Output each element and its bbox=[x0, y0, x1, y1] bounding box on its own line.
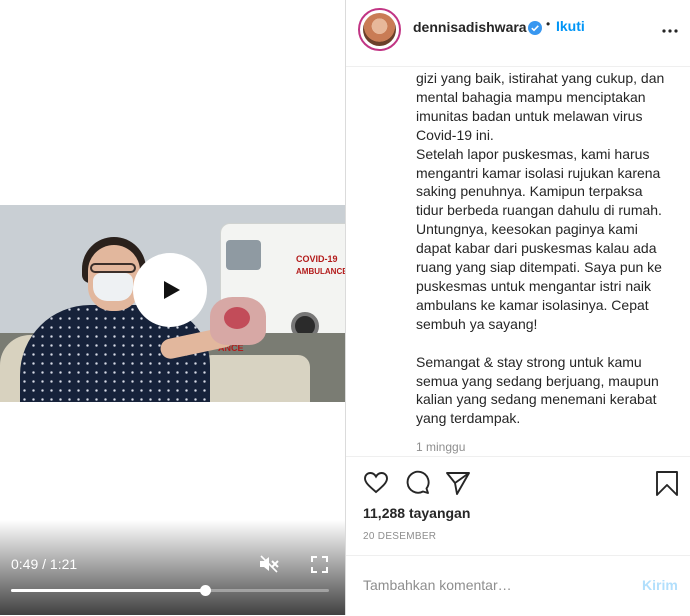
mute-icon[interactable] bbox=[259, 555, 279, 573]
verified-icon bbox=[528, 21, 542, 35]
view-count[interactable]: 11,288 tayangan bbox=[363, 505, 470, 521]
heart-icon[interactable] bbox=[363, 470, 389, 496]
video-progress-fill bbox=[11, 589, 205, 592]
separator-dot: • bbox=[546, 17, 551, 31]
comment-bar: Kirim bbox=[346, 555, 690, 616]
avatar[interactable] bbox=[358, 8, 401, 51]
username-link[interactable]: dennisadishwara bbox=[413, 19, 527, 35]
ambulance-sign-2: AMBULANCE bbox=[296, 267, 345, 276]
post-sidebar: dennisadishwara • Ikuti gizi yang baik, … bbox=[345, 0, 690, 615]
video-progress-handle[interactable] bbox=[199, 585, 211, 596]
play-icon bbox=[164, 281, 180, 299]
post-comment-button[interactable]: Kirim bbox=[642, 577, 678, 593]
comment-input[interactable] bbox=[363, 574, 623, 596]
post-date[interactable]: 20 DESEMBER bbox=[363, 531, 436, 542]
bouquet-image bbox=[210, 297, 266, 345]
caption-area[interactable]: gizi yang baik, istirahat yang cukup, da… bbox=[346, 67, 690, 455]
follow-button[interactable]: Ikuti bbox=[556, 18, 585, 34]
ambulance-sign-1: COVID-19 bbox=[296, 254, 338, 264]
video-time: 0:49 / 1:21 bbox=[11, 556, 78, 572]
post-caption: gizi yang baik, istirahat yang cukup, da… bbox=[416, 70, 665, 427]
post-actions: 11,288 tayangan 20 DESEMBER bbox=[346, 456, 690, 557]
play-button[interactable] bbox=[133, 253, 207, 327]
post-header: dennisadishwara • Ikuti bbox=[346, 0, 690, 67]
bookmark-icon[interactable] bbox=[654, 470, 680, 496]
caption-timestamp: 1 minggu bbox=[416, 440, 466, 454]
fullscreen-icon[interactable] bbox=[311, 556, 328, 573]
share-icon[interactable] bbox=[445, 470, 471, 496]
more-icon[interactable] bbox=[661, 28, 679, 34]
video-player[interactable]: COVID-19 AMBULANCE ANCE 0:49 / 1:21 bbox=[0, 0, 345, 615]
comment-icon[interactable] bbox=[404, 470, 430, 496]
video-progress-bar[interactable] bbox=[11, 585, 329, 596]
